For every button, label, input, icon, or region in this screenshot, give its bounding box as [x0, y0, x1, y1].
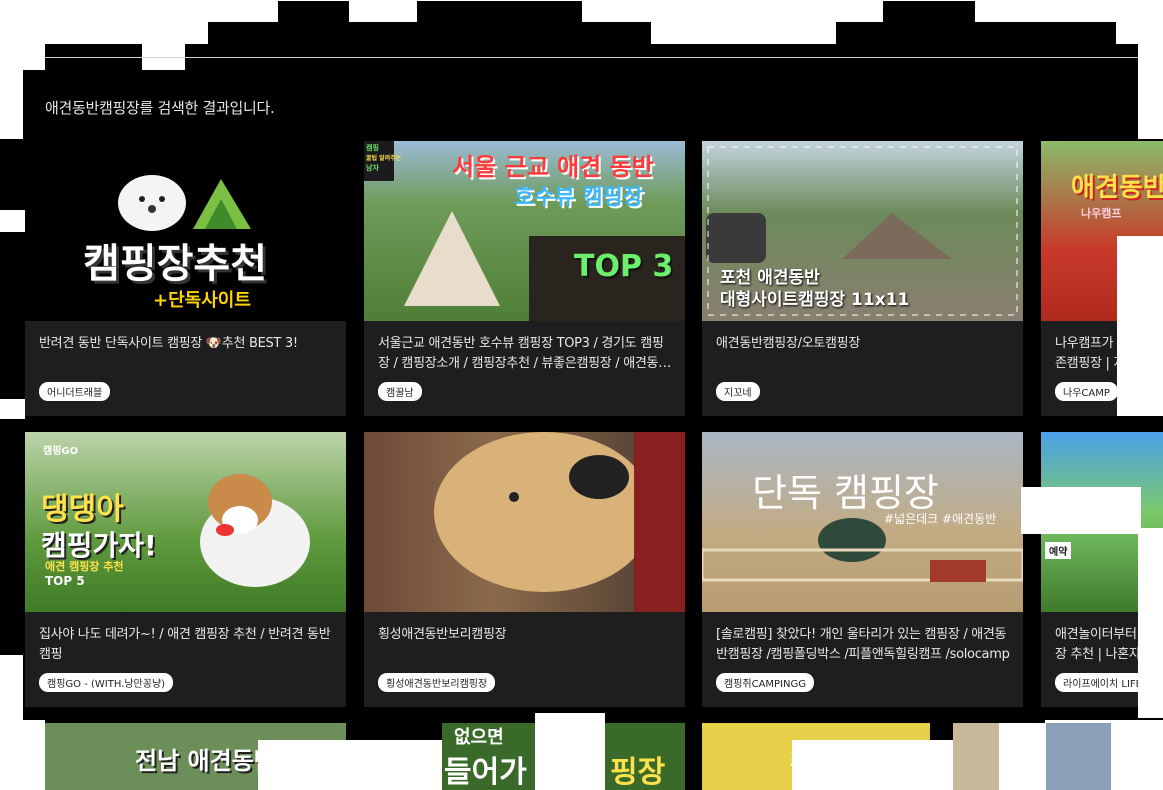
- header-divider: [45, 57, 1138, 58]
- video-card[interactable]: 캠핑GO 댕댕아 캠핑가자! 애견 캠핑장 추천 TOP 5 집사야 나도 데려…: [25, 432, 346, 707]
- video-card[interactable]: 포천 애견동반 대형사이트캠핑장 11x11 애견동반캠핑장/오토캠핑장 지꼬네: [702, 141, 1023, 416]
- video-thumbnail[interactable]: 단독 캠핑장 #넓은데크 #애견동반: [702, 432, 1023, 612]
- video-card[interactable]: 횡성애견동반보리캠핑장 횡성애견동반보리캠핑장: [364, 432, 685, 707]
- video-card[interactable]: [1046, 723, 1111, 790]
- channel-badge[interactable]: 횡성애견동반보리캠핑장: [378, 673, 496, 692]
- thumbnail-label: 예약: [1045, 542, 1072, 559]
- thumbnail-subtitle-text: 호수뷰 캠핑장: [514, 185, 644, 210]
- thumbnail-channel-logo: 캠핑GO: [43, 446, 79, 457]
- video-title[interactable]: 애견동반캠핑장/오토캠핑장: [716, 334, 1012, 354]
- video-title[interactable]: [솔로캠핑] 찾았다! 개인 울타리가 있는 캠핑장 / 애견동반캠핑장 /캠핑…: [716, 625, 1012, 665]
- thumbnail-top-text: TOP 5: [45, 574, 85, 588]
- thumbnail-corner-label: 꿀팁 알려주는: [366, 155, 402, 162]
- thumbnail-illustration: [434, 432, 685, 612]
- thumbnail-subtitle-text: 대형사이트캠핑장 11x11: [720, 290, 910, 310]
- channel-badge[interactable]: 어니더트래블: [39, 382, 111, 401]
- channel-badge[interactable]: 지꼬네: [716, 382, 760, 401]
- video-card[interactable]: 단독 캠핑장 #넓은데크 #애견동반 [솔로캠핑] 찾았다! 개인 울타리가 있…: [702, 432, 1023, 707]
- thumbnail-corner-label: 남자: [366, 164, 379, 172]
- video-card[interactable]: [953, 723, 999, 790]
- thumbnail-title-text: 서울 근교 애견 동반: [452, 153, 654, 181]
- video-title[interactable]: 횡성애견동반보리캠핑장: [378, 625, 674, 645]
- thumbnail-title-text: 핑장: [610, 755, 666, 790]
- thumbnail-subtitle-text: 나우캠프: [1081, 207, 1122, 220]
- video-thumbnail[interactable]: 캠핑GO 댕댕아 캠핑가자! 애견 캠핑장 추천 TOP 5: [25, 432, 346, 612]
- thumbnail-corner-label: 캠핑: [366, 144, 379, 152]
- video-title[interactable]: 집사야 나도 데려가~! / 애견 캠핑장 추천 / 반려견 동반 캠핑: [39, 625, 335, 665]
- video-title[interactable]: 반려견 동반 단독사이트 캠핑장 🐶추천 BEST 3!: [39, 334, 335, 354]
- video-title[interactable]: 서울근교 애견동반 호수뷰 캠핑장 TOP3 / 경기도 캠핑장 / 캠핑장소개…: [378, 334, 674, 374]
- video-card[interactable]: 캠핑장추천 +단독사이트 반려견 동반 단독사이트 캠핑장 🐶추천 BEST 3…: [25, 141, 346, 416]
- channel-badge[interactable]: 캠핑GO - (WITH.낭만꽁냥): [39, 673, 174, 692]
- thumbnail-title-text: 댕댕아: [41, 492, 124, 527]
- thumbnail-title-text: 캠핑장추천: [83, 241, 267, 287]
- thumbnail-title-text: 들어가: [444, 755, 527, 790]
- thumbnail-title-text: 애견동반: [1071, 173, 1163, 203]
- video-thumbnail[interactable]: 캠핑 꿀팁 알려주는 남자 서울 근교 애견 동반 호수뷰 캠핑장 TOP 3: [364, 141, 685, 321]
- channel-badge[interactable]: 캠핑쥐CAMPINGG: [716, 673, 815, 692]
- channel-badge[interactable]: 캠꿀남: [378, 382, 422, 401]
- search-result-summary: 애견동반캠핑장를 검색한 결과입니다.: [45, 97, 275, 118]
- video-thumbnail[interactable]: 캠핑장추천 +단독사이트: [25, 141, 346, 321]
- thumbnail-title-text: 없으면: [454, 727, 504, 748]
- search-results-page: 애견동반캠핑장를 검색한 결과입니다. 캠핑장추천 +단독사이트 반려견 동반 …: [0, 0, 1163, 790]
- thumbnail-top-text: TOP 3: [574, 249, 674, 284]
- channel-badge[interactable]: 나우CAMP: [1055, 382, 1118, 401]
- thumbnail-subtitle-text: #넓은데크 #애견동반: [884, 512, 997, 526]
- search-keyword: 애견동반캠핑장: [45, 99, 140, 117]
- thumbnail-title-text: 단독 캠핑장: [752, 471, 939, 515]
- video-thumbnail[interactable]: 포천 애견동반 대형사이트캠핑장 11x11: [702, 141, 1023, 321]
- thumbnail-subtitle-text: +단독사이트: [153, 290, 251, 311]
- video-thumbnail[interactable]: [364, 432, 685, 612]
- search-result-suffix: 를 검색한 결과입니다.: [139, 99, 275, 117]
- thumbnail-tagline: 애견 캠핑장 추천: [45, 560, 124, 573]
- video-card[interactable]: 캠핑 꿀팁 알려주는 남자 서울 근교 애견 동반 호수뷰 캠핑장 TOP 3 …: [364, 141, 685, 416]
- video-title-line: 장 추천 | 나혼자: [1055, 647, 1141, 662]
